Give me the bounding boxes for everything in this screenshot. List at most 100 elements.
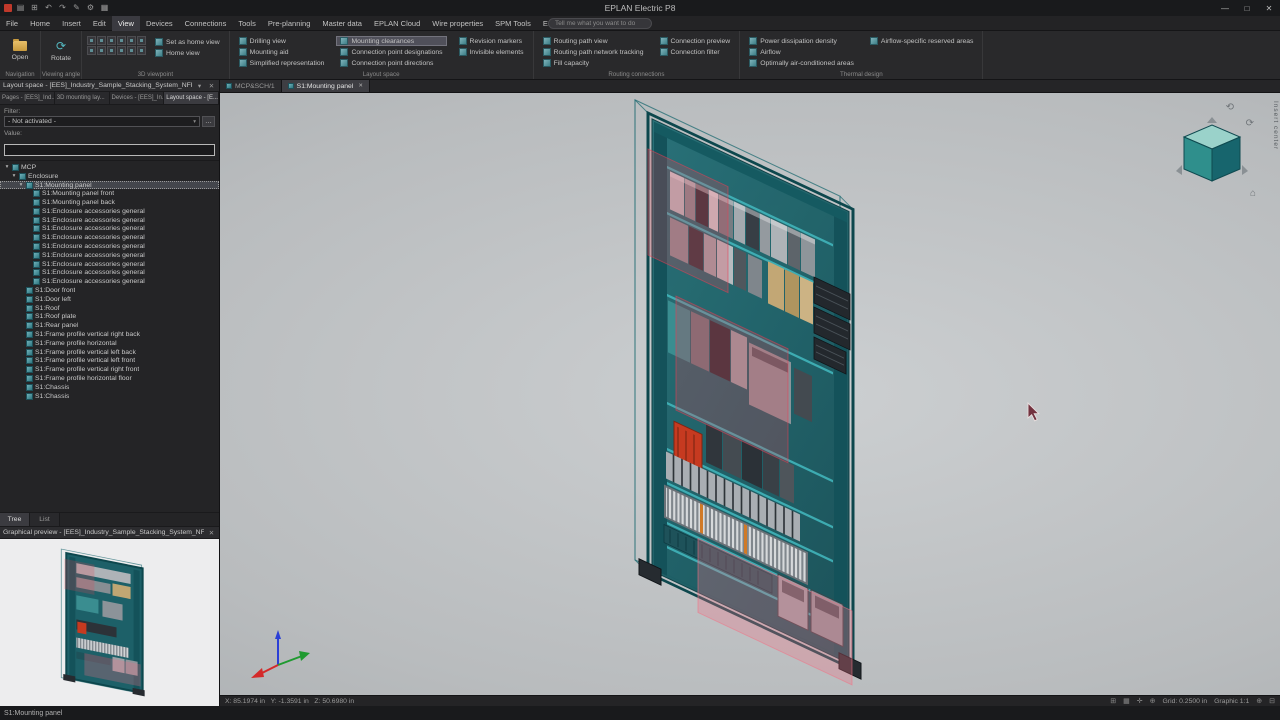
mounting-clearances-toggle[interactable]: Mounting clearances (336, 36, 446, 46)
airflow-specific-reserved-areas-toggle[interactable]: Airflow-specific reserved areas (866, 36, 978, 46)
menu-item[interactable]: Pre-planning (262, 16, 317, 31)
tree-list-tab[interactable]: List (30, 513, 60, 526)
menu-item[interactable]: Tools (232, 16, 262, 31)
viewpoint-icon[interactable] (107, 36, 116, 45)
document-tab[interactable]: MCP&SCH/1 (220, 80, 282, 92)
airflow-toggle[interactable]: Airflow (745, 47, 858, 57)
tree-item[interactable]: S1:Enclosure accessories general (0, 260, 219, 269)
redo-icon[interactable]: ↷ (57, 1, 68, 15)
power-dissipation-density-toggle[interactable]: Power dissipation density (745, 36, 858, 46)
viewpoint-icon[interactable] (117, 36, 126, 45)
tree-item[interactable]: S1:Enclosure accessories general (0, 277, 219, 286)
viewpoint-icon[interactable] (97, 46, 106, 55)
tree-list-tab[interactable]: Tree (0, 513, 30, 526)
tree-item[interactable]: Enclosure (0, 172, 219, 181)
tree-item[interactable]: S1:Mounting panel (0, 181, 219, 190)
mounting-aid-toggle[interactable]: Mounting aid (235, 47, 329, 57)
tree-item[interactable]: S1:Enclosure accessories general (0, 207, 219, 216)
drilling-view-toggle[interactable]: Drilling view (235, 36, 329, 46)
tree-item[interactable]: S1:Frame profile vertical right back (0, 330, 219, 339)
tree-item[interactable]: S1:Frame profile horizontal (0, 339, 219, 348)
viewpoint-icon[interactable] (97, 36, 106, 45)
tree-item[interactable]: S1:Chassis (0, 383, 219, 392)
connection-preview-toggle[interactable]: Connection preview (656, 36, 735, 46)
zoom-out-icon[interactable]: ⊟ (1269, 697, 1275, 705)
grid-icon[interactable]: ▦ (99, 1, 110, 15)
connection-point-directions-toggle[interactable]: Connection point directions (336, 58, 446, 68)
viewpoint-icon[interactable] (117, 46, 126, 55)
rotate-button[interactable]: ⟳ Rotate (46, 33, 76, 69)
docked-panel-tab[interactable]: Layout space - [E... (164, 92, 219, 104)
connection-point-designations-toggle[interactable]: Connection point designations (336, 47, 446, 57)
grid-display-icon[interactable]: ▦ (1123, 697, 1130, 705)
document-tab[interactable]: S1:Mounting panel ✕ (282, 80, 370, 92)
routing-path-network-tracking-toggle[interactable]: Routing path network tracking (539, 47, 648, 57)
tell-me-search-input[interactable]: Tell me what you want to do (548, 18, 652, 29)
menu-item[interactable]: View (112, 16, 140, 31)
menu-item[interactable]: Connections (179, 16, 233, 31)
expander-icon[interactable] (18, 181, 24, 189)
orbit-right-icon[interactable]: ⟳ (1246, 119, 1254, 129)
tree-item[interactable]: S1:Frame profile vertical right front (0, 365, 219, 374)
new-icon[interactable]: ⊞ (29, 1, 40, 15)
maximize-button[interactable]: □ (1236, 0, 1258, 16)
tree-item[interactable]: S1:Enclosure accessories general (0, 233, 219, 242)
connection-filter-toggle[interactable]: Connection filter (656, 47, 735, 57)
tree-item[interactable]: S1:Chassis (0, 392, 219, 401)
tree-item[interactable]: S1:Door left (0, 295, 219, 304)
viewpoint-icon[interactable] (137, 36, 146, 45)
navigation-cube[interactable] (1176, 117, 1248, 181)
zoom-in-icon[interactable]: ⊕ (1256, 697, 1262, 705)
tree-item[interactable]: S1:Enclosure accessories general (0, 269, 219, 278)
sidebar-dropdown-icon[interactable]: ▾ (195, 82, 204, 90)
tree-item[interactable]: S1:Rear panel (0, 321, 219, 330)
menu-item[interactable]: EPLAN Cloud (368, 16, 426, 31)
crosshair-icon[interactable]: ✛ (1137, 697, 1143, 705)
tree-item[interactable]: S1:Enclosure accessories general (0, 242, 219, 251)
tab-close-icon[interactable]: ✕ (358, 83, 363, 89)
close-button[interactable]: ✕ (1258, 0, 1280, 16)
filter-select[interactable]: - Not activated - ▾ (4, 116, 200, 127)
viewpoint-icon[interactable] (87, 36, 96, 45)
undo-icon[interactable]: ↶ (43, 1, 54, 15)
settings-icon[interactable]: ⚙ (85, 1, 96, 15)
tree-item[interactable]: S1:Frame profile vertical left back (0, 348, 219, 357)
sidebar-close-icon[interactable]: ✕ (207, 82, 216, 90)
tree-item[interactable]: S1:Mounting panel back (0, 198, 219, 207)
expander-icon[interactable] (4, 163, 10, 171)
preview-close-icon[interactable]: ✕ (207, 529, 216, 537)
menu-item[interactable]: Master data (316, 16, 368, 31)
home-view-button[interactable]: Home view (151, 48, 224, 58)
tree-item[interactable]: S1:Roof plate (0, 313, 219, 322)
revision-markers-toggle[interactable]: Revision markers (455, 36, 528, 46)
docked-panel-tab[interactable]: 3D mounting lay... (55, 92, 110, 104)
menu-item[interactable]: Edit (87, 16, 112, 31)
docked-panel-tab[interactable]: Devices - [EES]_In... (110, 92, 165, 104)
filter-browse-button[interactable]: … (202, 116, 215, 127)
open-button[interactable]: Open (5, 33, 35, 69)
simplified-representation-toggle[interactable]: Simplified representation (235, 58, 329, 68)
home-icon[interactable]: ⌂ (1250, 189, 1256, 199)
app-menu-icon[interactable]: ▤ (15, 1, 26, 15)
optimally-air-conditioned-areas-toggle[interactable]: Optimally air-conditioned areas (745, 58, 858, 68)
routing-path-view-toggle[interactable]: Routing path view (539, 36, 648, 46)
viewpoint-icon[interactable] (137, 46, 146, 55)
tree-item[interactable]: S1:Enclosure accessories general (0, 225, 219, 234)
tree-item[interactable]: S1:Frame profile horizontal floor (0, 374, 219, 383)
tree-item[interactable]: S1:Roof (0, 304, 219, 313)
edit-icon[interactable]: ✎ (71, 1, 82, 15)
viewpoint-icon[interactable] (87, 46, 96, 55)
invisible-elements-toggle[interactable]: Invisible elements (455, 47, 528, 57)
viewpoint-icon[interactable] (127, 36, 136, 45)
menu-item[interactable]: SPM Tools (489, 16, 537, 31)
menu-item[interactable]: Insert (56, 16, 87, 31)
mounting-panel-3d[interactable] (635, 100, 861, 689)
tree-item[interactable]: S1:Enclosure accessories general (0, 216, 219, 225)
object-snap-icon[interactable]: ⊕ (1150, 697, 1156, 705)
set-as-home-view-button[interactable]: Set as home view (151, 37, 224, 47)
snap-icon[interactable]: ⊞ (1110, 697, 1116, 705)
value-input[interactable] (4, 144, 215, 156)
viewpoint-icon[interactable] (107, 46, 116, 55)
graphical-preview[interactable] (0, 539, 219, 706)
3d-viewport[interactable]: ⟲ ⟳ ⌂ Insert center (220, 93, 1280, 695)
